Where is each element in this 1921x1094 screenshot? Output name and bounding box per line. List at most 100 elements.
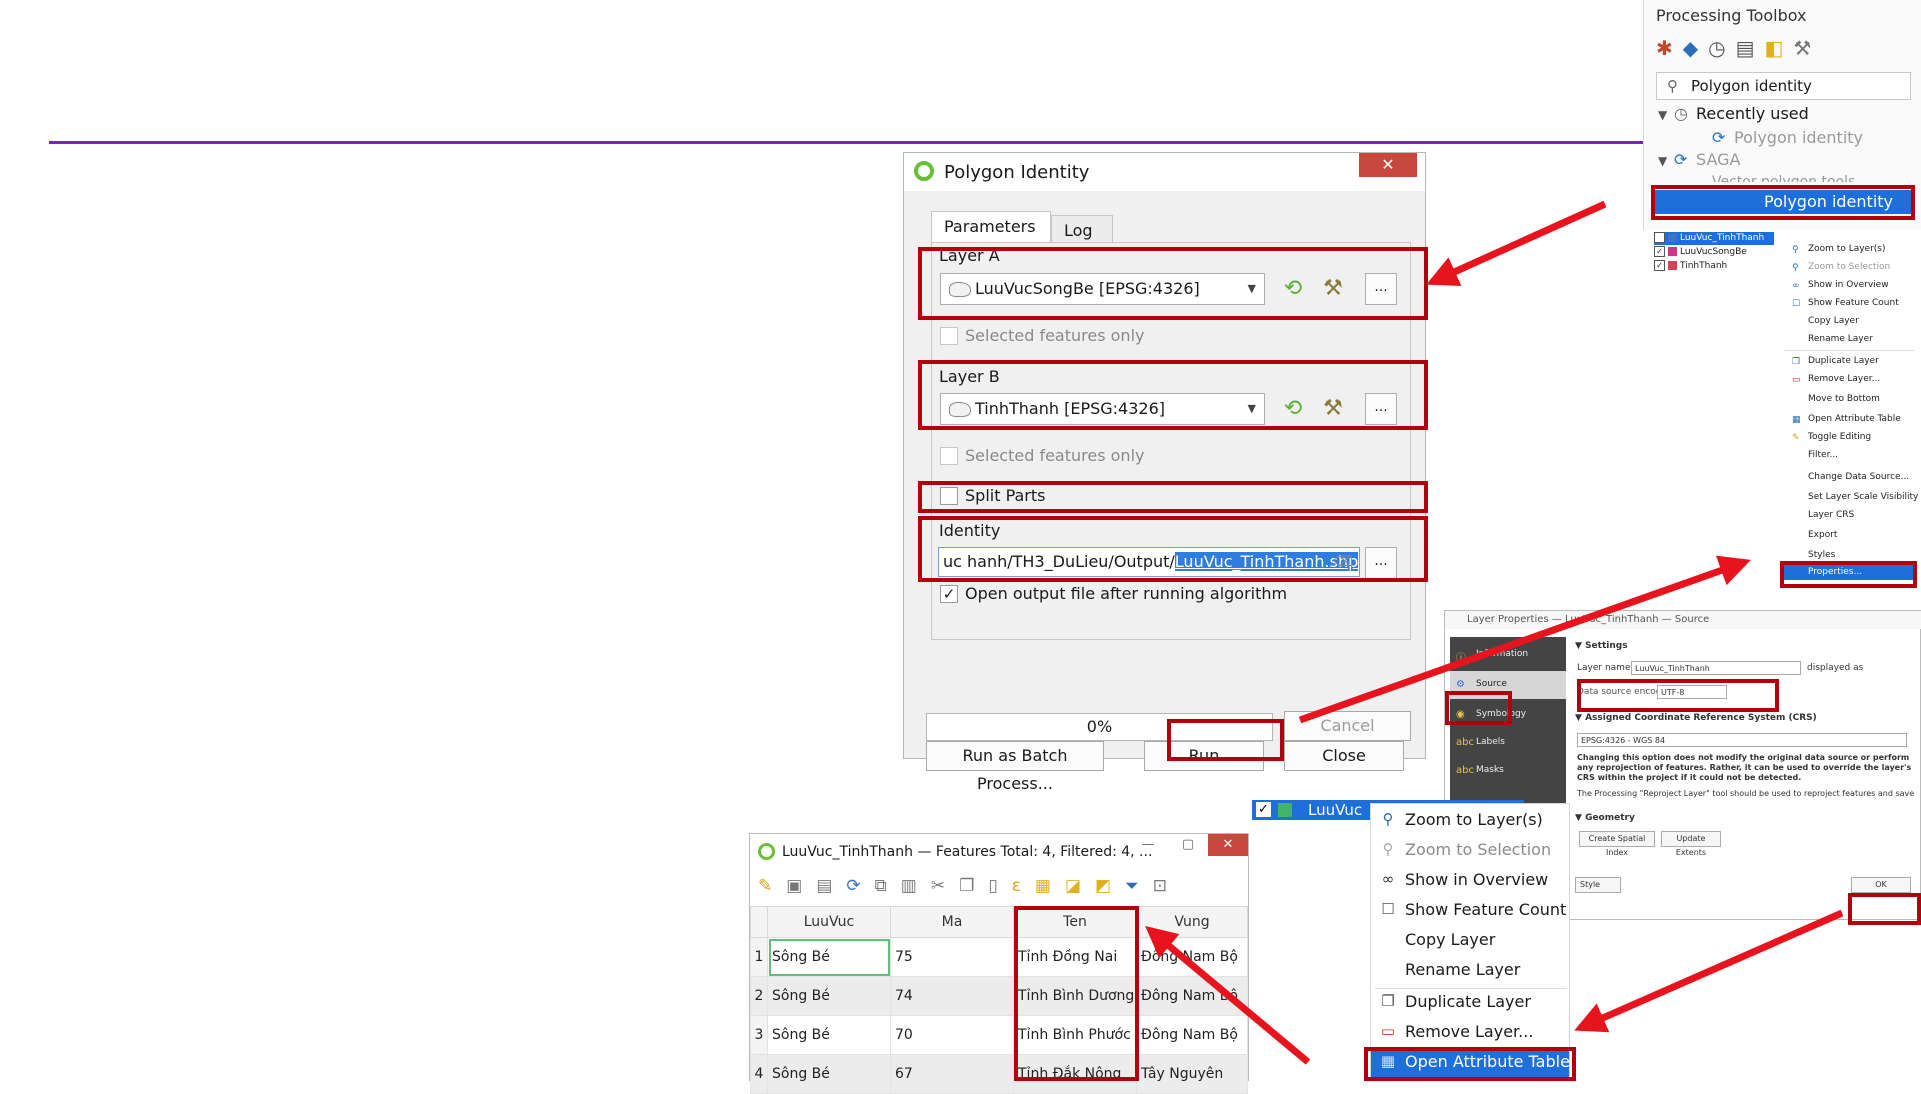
encoding-select[interactable]: UTF-8 xyxy=(1657,685,1727,699)
menu-rename-layer[interactable]: Rename Layer xyxy=(1808,332,1873,346)
reload-icon[interactable]: ⟳ xyxy=(846,876,860,896)
sidebar-item-source[interactable]: ⚙ Source xyxy=(1456,679,1507,690)
layer-b-combo[interactable]: TinhThanh [EPSG:4326] ▼ xyxy=(940,393,1265,425)
history-icon[interactable]: ◷ xyxy=(1708,36,1725,60)
row-number[interactable]: 1 xyxy=(750,937,768,977)
select-all-icon[interactable]: ▦ xyxy=(1035,876,1051,896)
menu-remove-layer[interactable]: ▭ Remove Layer... xyxy=(1381,1022,1534,1041)
cut-icon[interactable]: ✂ xyxy=(931,876,945,896)
close-icon[interactable]: ✕ xyxy=(1208,834,1248,856)
table-row[interactable]: 4 Sông Bé 67 Tỉnh Đắk Nông Tây Nguyên xyxy=(750,1054,1248,1094)
wrench-icon[interactable]: ⚒ xyxy=(1317,393,1349,425)
layer-checkbox[interactable]: ✓ xyxy=(1654,246,1665,257)
cell-luuvuc[interactable]: Sông Bé xyxy=(767,1054,891,1094)
update-extents-button[interactable]: Update Extents xyxy=(1661,831,1721,857)
python-scripts-icon[interactable]: ◆ xyxy=(1683,36,1698,60)
minimize-icon[interactable]: — xyxy=(1128,834,1168,856)
close-button[interactable]: Close xyxy=(1284,741,1404,771)
edit-features-icon[interactable]: ◧ xyxy=(1765,36,1784,60)
filter-icon[interactable]: ⏷ xyxy=(1125,876,1139,896)
sidebar-item-information[interactable]: ⓘ Information xyxy=(1456,649,1528,664)
menu-duplicate-layer[interactable]: ❐ Duplicate Layer xyxy=(1381,992,1531,1011)
menu-export[interactable]: Export xyxy=(1808,528,1837,542)
cell-ten[interactable]: Tỉnh Đồng Nai xyxy=(1013,937,1137,977)
results-viewer-icon[interactable]: ▤ xyxy=(1736,36,1755,60)
iterate-icon[interactable]: ⟲ xyxy=(1277,273,1309,305)
iterate-icon[interactable]: ⟲ xyxy=(1277,393,1309,425)
tab-log[interactable]: Log xyxy=(1051,215,1113,243)
open-output-checkbox[interactable]: ✓ xyxy=(940,585,958,603)
layer-row-luuvuc-tinhthanh[interactable]: ✓ LuuVuc_TinhThanh xyxy=(1654,232,1774,245)
menu-styles[interactable]: Styles xyxy=(1808,548,1835,562)
layer-checkbox[interactable]: ✓ xyxy=(1256,802,1271,817)
menu-filter[interactable]: Filter... xyxy=(1808,448,1838,462)
cell-ma[interactable]: 67 xyxy=(890,1054,1014,1094)
cell-vung[interactable]: Tây Nguyên xyxy=(1136,1054,1248,1094)
models-icon[interactable]: ✱ xyxy=(1656,36,1673,60)
ok-button[interactable]: OK xyxy=(1851,877,1911,893)
layer-row-tinhthanh[interactable]: ✓ TinhThanh xyxy=(1654,260,1727,273)
sidebar-item-symbology[interactable]: ◉ Symbology xyxy=(1456,709,1526,720)
menu-copy-layer[interactable]: Copy Layer xyxy=(1405,930,1495,949)
paste-icon[interactable]: ▯ xyxy=(988,876,997,896)
menu-change-data-source[interactable]: Change Data Source... xyxy=(1808,470,1909,484)
copy-icon[interactable]: ❐ xyxy=(959,876,974,896)
deselect-icon[interactable]: ◩ xyxy=(1095,876,1111,896)
cell-ten[interactable]: Tỉnh Đắk Nông xyxy=(1013,1054,1137,1094)
tab-parameters[interactable]: Parameters xyxy=(931,211,1051,243)
menu-zoom-to-layer[interactable]: ⚲ Zoom to Layer(s) xyxy=(1792,242,1886,256)
menu-remove-layer[interactable]: ▭ Remove Layer... xyxy=(1792,372,1880,386)
identity-output-field[interactable]: uc hanh/TH3_DuLieu/Output/LuuVuc_TinhTha… xyxy=(938,547,1360,577)
column-header-vung[interactable]: Vung xyxy=(1136,906,1248,938)
tree-recent-polygon-identity[interactable]: ⟳ Polygon identity xyxy=(1712,128,1863,147)
layer-checkbox[interactable]: ✓ xyxy=(1654,260,1665,271)
menu-zoom-to-selection[interactable]: ⚲ Zoom to Selection xyxy=(1383,840,1552,859)
cell-luuvuc[interactable]: Sông Bé xyxy=(767,976,891,1016)
tree-vector-polygon-tools[interactable]: Vector polygon tools xyxy=(1712,174,1855,182)
maximize-icon[interactable]: ▢ xyxy=(1168,834,1208,856)
selected-only-b-checkbox[interactable] xyxy=(940,447,958,465)
wrench-icon[interactable]: ⚒ xyxy=(1317,273,1349,305)
tree-recently-used[interactable]: ▼ ◷ Recently used xyxy=(1658,104,1809,123)
column-header-luuvuc[interactable]: LuuVuc xyxy=(767,906,891,938)
clear-icon[interactable]: ⌫ xyxy=(1333,548,1353,576)
split-parts-checkbox[interactable] xyxy=(940,487,958,505)
cancel-button[interactable]: Cancel xyxy=(1284,711,1411,741)
run-button[interactable]: Run xyxy=(1144,741,1264,771)
sidebar-item-labels[interactable]: abc Labels xyxy=(1456,737,1505,748)
close-icon[interactable]: ✕ xyxy=(1359,153,1417,177)
column-header-ten[interactable]: Ten xyxy=(1013,906,1137,938)
menu-open-attribute-table[interactable]: ▦ Open Attribute Table xyxy=(1381,1052,1570,1071)
cell-luuvuc[interactable]: Sông Bé xyxy=(767,937,891,977)
style-menu-button[interactable]: Style xyxy=(1575,877,1621,893)
menu-duplicate-layer[interactable]: ❐ Duplicate Layer xyxy=(1792,354,1879,368)
cell-ma[interactable]: 75 xyxy=(890,937,1014,977)
layer-checkbox[interactable]: ✓ xyxy=(1654,232,1665,243)
menu-zoom-to-layer[interactable]: ⚲ Zoom to Layer(s) xyxy=(1383,810,1543,829)
menu-show-in-overview[interactable]: ∞ Show in Overview xyxy=(1382,870,1549,889)
menu-toggle-editing[interactable]: ✎ Toggle Editing xyxy=(1792,430,1871,444)
add-feature-icon[interactable]: ⧉ xyxy=(875,876,887,896)
toolbox-search-input[interactable]: ⚲ Polygon identity xyxy=(1656,72,1911,100)
tree-selected-polygon-identity[interactable]: Polygon identity xyxy=(1654,190,1912,214)
table-row[interactable]: 3 Sông Bé 70 Tỉnh Bình Phước Đông Nam Bộ xyxy=(750,1015,1248,1055)
layer-name-field[interactable]: LuuVuc_TinhThanh xyxy=(1631,661,1801,675)
menu-move-to-bottom[interactable]: Move to Bottom xyxy=(1808,392,1880,406)
table-row[interactable]: 1 Sông Bé 75 Tỉnh Đồng Nai Đông Nam Bộ xyxy=(750,937,1248,977)
layer-b-browse-button[interactable]: ... xyxy=(1365,393,1397,425)
options-icon[interactable]: ⚒ xyxy=(1793,36,1811,60)
layer-a-browse-button[interactable]: ... xyxy=(1365,273,1397,305)
save-edits-icon[interactable]: ▤ xyxy=(816,876,832,896)
menu-show-in-overview[interactable]: ∞ Show in Overview xyxy=(1792,278,1889,292)
create-spatial-index-button[interactable]: Create Spatial Index xyxy=(1579,831,1655,857)
cell-ten[interactable]: Tỉnh Bình Dương xyxy=(1013,976,1137,1016)
cell-vung[interactable]: Đông Nam Bộ xyxy=(1136,1015,1248,1055)
menu-set-scale-visibility[interactable]: Set Layer Scale Visibility xyxy=(1808,490,1918,504)
tree-saga[interactable]: ▼ ⟳ SAGA xyxy=(1658,150,1740,169)
row-number[interactable]: 2 xyxy=(750,976,768,1016)
select-expression-icon[interactable]: ε xyxy=(1012,876,1021,896)
row-number[interactable]: 4 xyxy=(750,1054,768,1094)
cell-luuvuc[interactable]: Sông Bé xyxy=(767,1015,891,1055)
toggle-editing-icon[interactable]: ✎ xyxy=(758,876,772,896)
selected-only-a-checkbox[interactable] xyxy=(940,327,958,345)
